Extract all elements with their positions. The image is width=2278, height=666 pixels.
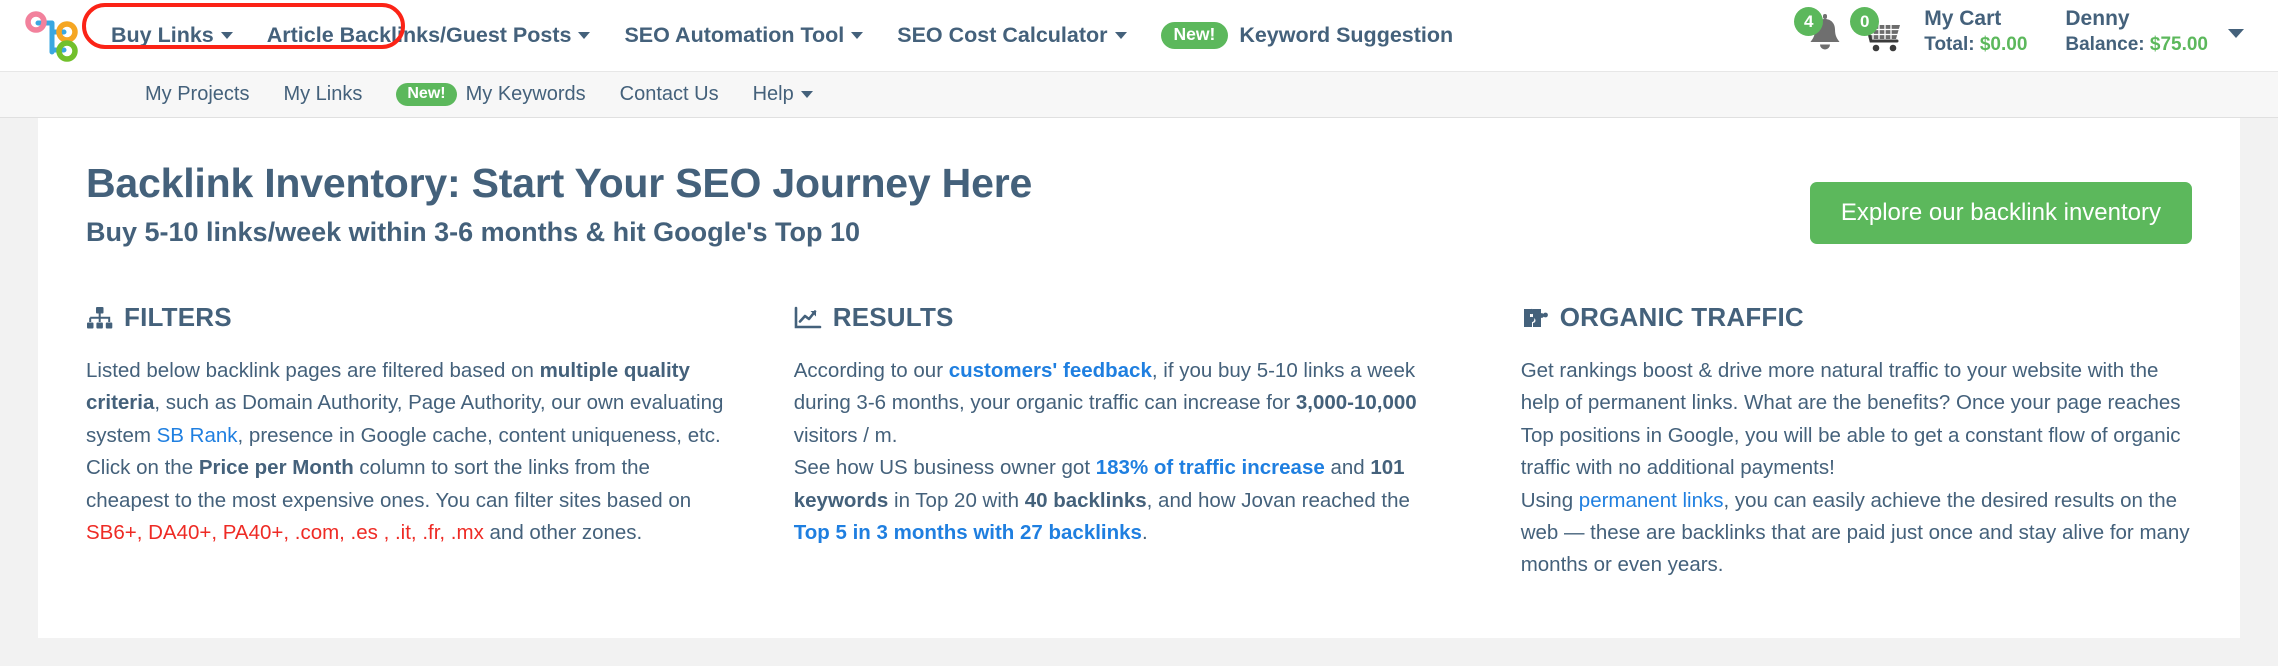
column-body: According to our customers' feedback, if…: [794, 355, 1451, 549]
subnav-item-label: Contact Us: [619, 83, 719, 105]
page-wrapper: Backlink Inventory: Start Your SEO Journ…: [0, 118, 2278, 638]
subnav-item-help[interactable]: Help: [736, 83, 830, 106]
page-title: Backlink Inventory: Start Your SEO Journ…: [86, 160, 1033, 206]
logo-graphic: [25, 10, 78, 62]
customers-feedback-link[interactable]: customers' feedback: [949, 359, 1152, 382]
text-run: , presence in Google cache, content uniq…: [237, 423, 721, 447]
subnav-item-label: My Links: [283, 83, 363, 105]
paragraph: According to our customers' feedback, if…: [794, 355, 1451, 452]
topbar-right-cluster: 4 0 My Cart Total: $0.00 Denny Balance: …: [1794, 0, 2244, 71]
new-badge: New!: [1160, 22, 1229, 49]
text-run: and other zones.: [483, 520, 643, 544]
subnav-item-my-links[interactable]: My Links: [266, 83, 379, 106]
cart-summary[interactable]: My Cart Total: $0.00: [1924, 7, 2027, 55]
subnav-item-label: My Keywords: [465, 83, 586, 105]
column-heading-label: ORGANIC TRAFFIC: [1559, 302, 1804, 332]
text-run: See how US business owner got: [793, 456, 1096, 480]
cart-title: My Cart: [1924, 7, 2002, 30]
top-navigation-bar: Buy Links Article Backlinks/Guest Posts …: [0, 0, 2278, 71]
hero-section: Backlink Inventory: Start Your SEO Journ…: [86, 160, 2192, 248]
subnav-item-contact-us[interactable]: Contact Us: [603, 83, 736, 106]
traffic-increase-link[interactable]: 183% of traffic increase: [1096, 456, 1325, 479]
text-run: .: [1141, 520, 1148, 544]
paragraph: See how US business owner got 183% of tr…: [794, 452, 1451, 549]
text-run: Listed below backlink pages are filtered…: [86, 359, 540, 382]
column-heading: FILTERS: [86, 302, 724, 333]
paragraph: Listed below backlink pages are filtered…: [86, 355, 724, 452]
nav-item-article-backlinks-guest-posts[interactable]: Article Backlinks/Guest Posts: [250, 22, 608, 47]
page-subtitle: Buy 5-10 links/week within 3-6 months & …: [86, 217, 861, 247]
text-run: Using: [1520, 488, 1579, 512]
chevron-down-icon: [578, 32, 591, 39]
balance-label: Balance:: [2065, 33, 2145, 55]
column-body: Get rankings boost & drive more natural …: [1521, 355, 2192, 582]
new-badge: New!: [396, 83, 457, 106]
paragraph: Get rankings boost & drive more natural …: [1521, 355, 2192, 485]
content-card: Backlink Inventory: Start Your SEO Journ…: [38, 118, 2240, 638]
text-run: Get rankings boost & drive more natural …: [1520, 359, 2181, 480]
subnav-item-my-projects[interactable]: My Projects: [128, 83, 266, 106]
nav-item-seo-automation-tool[interactable]: SEO Automation Tool: [607, 22, 880, 47]
column-heading-label: FILTERS: [124, 302, 232, 332]
user-menu[interactable]: Denny Balance: $75.00: [2065, 7, 2208, 55]
cart-button[interactable]: 0: [1850, 7, 1908, 59]
subnav-item-label: Help: [752, 83, 794, 105]
explore-inventory-button[interactable]: Explore our backlink inventory: [1809, 182, 2192, 244]
column-heading-label: RESULTS: [832, 302, 954, 332]
top5-case-study-link[interactable]: Top 5 in 3 months with 27 backlinks: [794, 521, 1142, 544]
permanent-links-link[interactable]: permanent links: [1579, 489, 1724, 512]
nav-item-label: Article Backlinks/Guest Posts: [266, 22, 572, 47]
filter-zones-text: SB6+, DA40+, PA40+, .com, .es , .it, .fr…: [86, 520, 484, 544]
cart-total-label: Total:: [1924, 33, 1975, 55]
text-run: Click on the: [86, 456, 199, 480]
paragraph: Click on the Price per Month column to s…: [86, 452, 724, 549]
nav-item-seo-cost-calculator[interactable]: SEO Cost Calculator: [880, 22, 1143, 47]
text-run-bold: Price per Month: [198, 456, 354, 480]
cart-total-value: $0.00: [1979, 33, 2028, 55]
cart-total: Total: $0.00: [1924, 34, 2027, 55]
text-run: , and how Jovan reached the: [1146, 488, 1410, 512]
sitemap-icon: [87, 306, 113, 328]
chevron-down-icon: [220, 32, 233, 39]
secondary-navigation-bar: My Projects My Links New! My Keywords Co…: [0, 71, 2278, 118]
nav-item-label: SEO Cost Calculator: [897, 22, 1108, 47]
info-columns: FILTERS Listed below backlink pages are …: [86, 302, 2192, 582]
column-filters: FILTERS Listed below backlink pages are …: [86, 302, 794, 582]
chevron-down-icon: [1114, 32, 1127, 39]
paragraph: Using permanent links, you can easily ac…: [1521, 485, 2192, 582]
user-balance: Balance: $75.00: [2065, 34, 2208, 55]
text-run: visitors / m.: [793, 423, 898, 447]
column-organic-traffic: ORGANIC TRAFFIC Get rankings boost & dri…: [1521, 302, 2192, 582]
sb-rank-link[interactable]: SB Rank: [157, 424, 238, 447]
subnav-item-my-keywords[interactable]: New! My Keywords: [379, 83, 602, 106]
subnav-item-label: My Projects: [145, 83, 250, 105]
text-run-bold: 40 backlinks: [1024, 488, 1147, 512]
column-heading: RESULTS: [794, 302, 1451, 333]
primary-nav: Buy Links Article Backlinks/Guest Posts …: [94, 0, 1470, 71]
puzzle-piece-icon: [1523, 308, 1548, 327]
text-run: and: [1324, 456, 1371, 480]
text-run: According to our: [793, 359, 949, 382]
nav-item-keyword-suggestion[interactable]: New! Keyword Suggestion: [1144, 22, 1471, 49]
user-name: Denny: [2065, 7, 2130, 30]
balance-value: $75.00: [2149, 33, 2208, 55]
nav-item-label: SEO Automation Tool: [624, 22, 845, 47]
chevron-down-icon: [851, 32, 864, 39]
hero-text: Backlink Inventory: Start Your SEO Journ…: [86, 160, 1810, 248]
text-run: in Top 20 with: [888, 488, 1025, 512]
chevron-down-icon[interactable]: [2228, 29, 2244, 38]
chevron-down-icon: [800, 91, 813, 98]
notifications-button[interactable]: 4: [1794, 7, 1852, 59]
chart-line-icon: [794, 306, 822, 328]
text-run-bold: 3,000-10,000: [1295, 391, 1417, 415]
nav-item-buy-links[interactable]: Buy Links: [94, 22, 250, 47]
nav-item-label: Keyword Suggestion: [1239, 22, 1454, 47]
column-results: RESULTS According to our customers' feed…: [794, 302, 1521, 582]
column-heading: ORGANIC TRAFFIC: [1521, 302, 2192, 333]
seo-site-logo[interactable]: [22, 10, 80, 62]
column-body: Listed below backlink pages are filtered…: [86, 355, 724, 549]
nav-item-label: Buy Links: [111, 22, 214, 47]
